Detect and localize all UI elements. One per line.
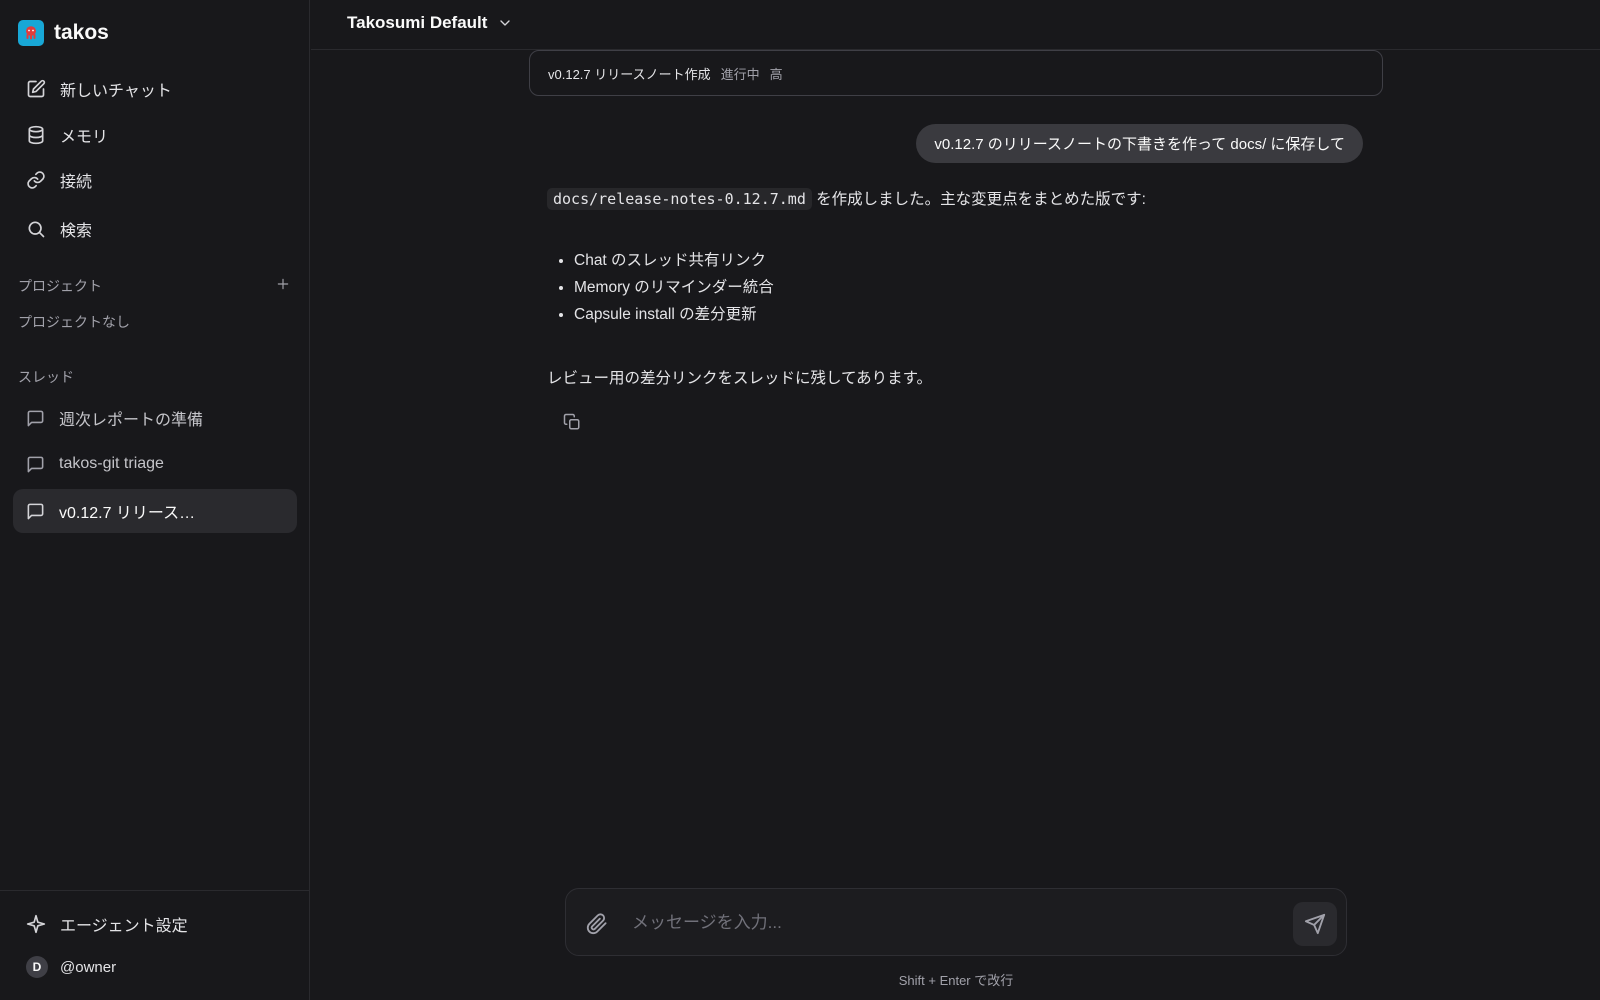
projects-title: プロジェクト <box>18 278 102 294</box>
list-item: Chat のスレッド共有リンク <box>574 247 1377 274</box>
main-panel: Takosumi Default v0.12.7 リリースノート作成 進行中 高… <box>311 0 1600 1000</box>
user-name: @owner <box>60 958 117 976</box>
thread-item[interactable]: 週次レポートの準備 <box>13 396 297 440</box>
nav-memory[interactable]: メモリ <box>13 113 297 157</box>
search-icon <box>26 219 46 239</box>
edit-icon <box>26 79 46 99</box>
brand[interactable]: takos <box>18 20 109 46</box>
nav-connections[interactable]: 接続 <box>13 158 297 202</box>
add-project-button[interactable] <box>273 274 293 294</box>
thread-item-active[interactable]: v0.12.7 リリース… <box>13 489 297 533</box>
user-message: v0.12.7 のリリースノートの下書きを作って docs/ に保存して <box>916 124 1363 163</box>
send-button[interactable] <box>1293 902 1337 946</box>
topbar: Takosumi Default <box>311 0 1600 50</box>
list-item: Memory のリマインダー統合 <box>574 274 1377 301</box>
list-item: Capsule install の差分更新 <box>574 301 1377 328</box>
assistant-intro-text: を作成しました。主な変更点をまとめた版です: <box>811 191 1146 208</box>
thread-label: v0.12.7 リリース… <box>59 505 196 522</box>
chevron-down-icon <box>497 15 513 31</box>
assistant-closing: レビュー用の差分リンクをスレッドに残してあります。 <box>547 370 933 387</box>
composer-hint: Shift + Enter で改行 <box>898 973 1014 988</box>
task-status: 進行中 <box>720 66 760 82</box>
message-composer <box>565 888 1347 956</box>
plus-icon <box>276 277 290 291</box>
paperclip-icon <box>586 913 608 935</box>
task-title: v0.12.7 リリースノート作成 <box>548 66 711 82</box>
assistant-intro: docs/release-notes-0.12.7.md を作成しました。主な変… <box>547 187 1377 210</box>
copy-button[interactable] <box>559 409 585 435</box>
sidebar: takos 新しいチャット メモリ 接続 検索 プロジェクト プロジェクトなし … <box>0 0 310 1000</box>
nav-label: 検索 <box>60 223 93 240</box>
message-icon <box>26 455 45 474</box>
nav-label: 接続 <box>60 174 93 191</box>
sparkle-icon <box>26 914 46 934</box>
change-list: Chat のスレッド共有リンク Memory のリマインダー統合 Capsule… <box>547 247 1377 328</box>
nav-label: 新しいチャット <box>60 83 172 100</box>
thread-item[interactable]: takos-git triage <box>13 442 297 486</box>
assistant-message: docs/release-notes-0.12.7.md を作成しました。主な変… <box>547 187 1377 388</box>
workspace-name: Takosumi Default <box>347 13 488 32</box>
task-card[interactable]: v0.12.7 リリースノート作成 進行中 高 <box>529 50 1383 96</box>
message-icon <box>26 502 45 521</box>
database-icon <box>26 125 46 145</box>
send-icon <box>1304 913 1326 935</box>
avatar: D <box>26 956 48 978</box>
file-path-code: docs/release-notes-0.12.7.md <box>547 188 812 210</box>
task-priority: 高 <box>769 66 783 82</box>
app-name: takos <box>54 21 109 44</box>
nav-search[interactable]: 検索 <box>13 207 297 251</box>
nav-label: メモリ <box>60 129 109 146</box>
copy-icon <box>563 413 581 431</box>
nav-new-chat[interactable]: 新しいチャット <box>13 67 297 111</box>
thread-label: takos-git triage <box>59 455 164 472</box>
octopus-logo-icon <box>18 20 44 46</box>
threads-title: スレッド <box>18 369 74 385</box>
user-menu[interactable]: D @owner <box>26 956 116 978</box>
message-input[interactable] <box>632 903 1262 943</box>
agent-settings-button[interactable]: エージェント設定 <box>13 902 297 946</box>
agent-settings-label: エージェント設定 <box>60 918 188 935</box>
attach-button[interactable] <box>584 911 610 937</box>
workspace-switcher[interactable]: Takosumi Default <box>347 13 513 33</box>
projects-empty: プロジェクトなし <box>18 314 130 330</box>
thread-label: 週次レポートの準備 <box>59 412 204 429</box>
link-icon <box>26 170 46 190</box>
message-icon <box>26 409 45 428</box>
